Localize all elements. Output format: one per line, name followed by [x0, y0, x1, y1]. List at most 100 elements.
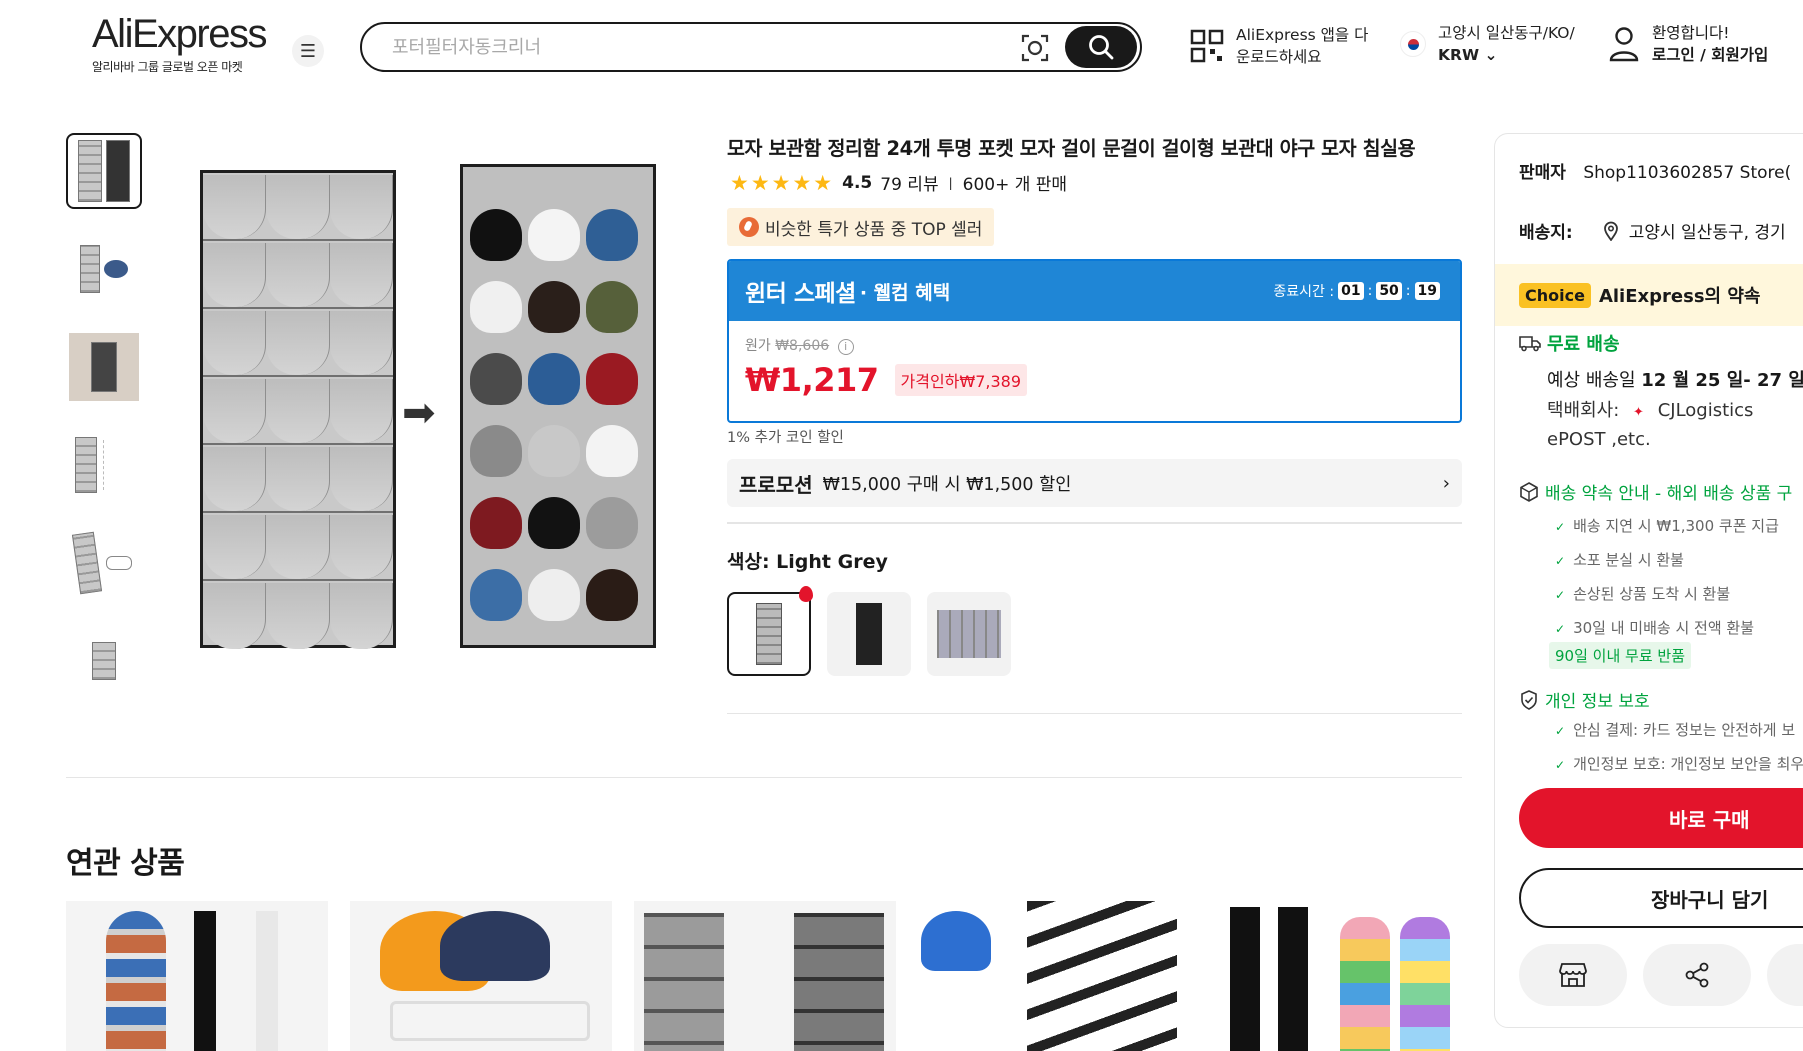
carrier-label: 택배회사:	[1547, 400, 1620, 421]
color-swatches	[727, 586, 1027, 676]
privacy-title: 개인 정보 보호	[1545, 692, 1650, 712]
main-product-image[interactable]: ➡	[192, 140, 672, 660]
seller-row[interactable]: 판매자 Shop1103602857 Store(	[1519, 158, 1791, 183]
timer-hours: 01	[1338, 282, 1364, 300]
shield-icon	[1521, 689, 1537, 710]
rating-row[interactable]: ★★★★★ 4.5 79 리뷰 | 600+ 개 판매	[730, 170, 1068, 196]
login-link[interactable]: 로그인 / 회원가입	[1652, 44, 1768, 66]
thumbnail-2[interactable]	[66, 231, 142, 307]
delivery-guarantee-title: 배송 약속 안내 - 해외 배송 상품 구	[1545, 484, 1793, 504]
top-seller-badge: 비슷한 특가 상품 중 TOP 셀러	[727, 208, 995, 246]
color-label: 색상: Light Grey	[727, 551, 888, 573]
wishlist-button[interactable]	[1767, 944, 1803, 1006]
swatch-black[interactable]	[827, 592, 911, 676]
privacy-item: 개인정보 보호: 개인정보 보안을 최우	[1555, 748, 1803, 782]
account-menu[interactable]: 환영합니다! 로그인 / 회원가입	[1608, 22, 1768, 66]
search-bar	[360, 22, 1142, 72]
swatch-grid[interactable]	[927, 592, 1011, 676]
logo-tagline: 알리바바 그룹 글로벌 오픈 마켓	[92, 60, 243, 74]
promotion-label: 프로모션	[739, 472, 813, 497]
related-product-4[interactable]	[917, 901, 1179, 1051]
delivery-guarantee-row[interactable]: 배송 약속 안내 - 해외 배송 상품 구	[1519, 479, 1792, 504]
ship-to-address: 고양시 일산동구, 경기	[1628, 223, 1786, 243]
info-icon[interactable]: i	[837, 339, 854, 355]
flame-badge-icon	[739, 217, 759, 237]
promo-subtitle: · 웰컴 혜택	[859, 281, 951, 304]
box-icon	[1520, 481, 1538, 502]
original-price: ₩8,606	[775, 338, 830, 354]
discount-badge: 가격인하₩7,389	[894, 364, 1028, 396]
sold-count: 600+ 개 판매	[962, 175, 1068, 195]
download-app-link[interactable]: AliExpress 앱을 다 운로드하세요	[1190, 24, 1368, 68]
store-button[interactable]	[1519, 944, 1627, 1006]
promotion-text: ₩15,000 구매 시 ₩1,500 할인	[822, 474, 1072, 495]
divider	[727, 522, 1462, 524]
promo-title: 윈터 스페셜	[745, 281, 856, 307]
star-rating-icon: ★★★★★	[730, 170, 835, 195]
thumbnail-1[interactable]	[66, 133, 142, 209]
carrier-extra: ePOST ,etc.	[1547, 429, 1651, 450]
review-count[interactable]: 79 리뷰	[880, 170, 938, 195]
chevron-right-icon: ›	[1442, 472, 1450, 494]
related-product-1[interactable]	[66, 901, 328, 1051]
purchase-panel: 판매자 Shop1103602857 Store( 배송지: 고양시 일산동구,…	[1494, 133, 1803, 1028]
seller-name[interactable]: Shop1103602857 Store(	[1583, 163, 1791, 183]
thumbnail-3[interactable]	[66, 329, 142, 405]
add-to-cart-button[interactable]: 장바구니 담기	[1519, 868, 1803, 928]
divider	[66, 777, 1462, 778]
logo-text: AliExpress	[92, 12, 267, 56]
ship-label: 배송지:	[1519, 223, 1573, 243]
timer-minutes: 50	[1376, 282, 1402, 300]
promo-price-box: 윈터 스페셜 · 웰컴 혜택 종료시간 : 01: 50: 19 원가 ₩8,6…	[727, 259, 1462, 423]
image-search-icon[interactable]	[1020, 33, 1050, 63]
buy-now-button[interactable]: 바로 구매	[1519, 788, 1803, 848]
filled-organizer-image	[460, 164, 656, 648]
promotion-row[interactable]: 프로모션 ₩15,000 구매 시 ₩1,500 할인 ›	[727, 459, 1462, 507]
seller-label: 판매자	[1519, 163, 1566, 183]
divider-bar: |	[948, 175, 953, 190]
carrier-name: CJLogistics	[1657, 400, 1754, 421]
guarantee-item: 손상된 상품 도착 시 환불	[1555, 578, 1779, 612]
empty-organizer-image	[200, 170, 396, 649]
related-product-5[interactable]	[1200, 901, 1462, 1051]
chevron-down-icon: ⌄	[1484, 46, 1498, 64]
qr-code-icon	[1190, 29, 1224, 63]
truck-icon	[1519, 336, 1541, 352]
korea-flag-icon	[1400, 31, 1426, 57]
privacy-item: 안심 결제: 카드 정보는 안전하게 보	[1555, 714, 1803, 748]
region-text: 고양시 일산동구/KO/	[1438, 24, 1575, 42]
top-seller-text: 비슷한 특가 상품 중 TOP 셀러	[765, 219, 983, 240]
related-product-2[interactable]	[350, 901, 612, 1051]
menu-icon[interactable]: ☰	[292, 35, 324, 67]
related-product-3[interactable]	[634, 901, 896, 1051]
eta-prefix: 예상 배송일	[1547, 370, 1636, 391]
share-button[interactable]	[1643, 944, 1751, 1006]
app-line-2: 운로드하세요	[1236, 48, 1322, 66]
app-line-1: AliExpress 앱을 다	[1236, 26, 1369, 44]
timer-seconds: 19	[1414, 282, 1440, 300]
guarantee-item: 배송 지연 시 ₩1,300 쿠폰 지급	[1555, 510, 1779, 544]
search-input[interactable]	[392, 33, 1012, 61]
aliexpress-logo[interactable]: AliExpress 알리바바 그룹 글로벌 오픈 마켓	[92, 12, 267, 75]
swatch-light-grey[interactable]	[727, 586, 813, 676]
sale-price: ₩1,217	[745, 361, 879, 399]
free-shipping-text: 무료 배송	[1547, 334, 1620, 355]
welcome-text: 환영합니다!	[1652, 24, 1730, 42]
share-icon	[1685, 962, 1709, 988]
thumbnail-6[interactable]	[66, 623, 142, 699]
arrow-right-icon: ➡	[402, 390, 436, 436]
product-title: 모자 보관함 정리함 24개 투명 포켓 모자 걸이 문걸이 걸이형 보관대 야…	[727, 137, 1416, 160]
store-icon	[1559, 963, 1587, 987]
related-products-title: 연관 상품	[66, 846, 185, 881]
region-selector[interactable]: 고양시 일산동구/KO/ KRW ⌄	[1400, 22, 1575, 66]
thumbnail-5[interactable]	[66, 525, 142, 601]
guarantee-list: 배송 지연 시 ₩1,300 쿠폰 지급 소포 분실 시 환불 손상된 상품 도…	[1555, 510, 1779, 646]
privacy-row[interactable]: 개인 정보 보호	[1519, 687, 1650, 712]
search-button[interactable]	[1065, 26, 1137, 68]
hot-flame-icon	[799, 586, 813, 602]
ship-to-row[interactable]: 배송지: 고양시 일산동구, 경기	[1519, 218, 1786, 243]
currency-text: KRW	[1438, 46, 1480, 64]
free-shipping-row: 무료 배송	[1519, 330, 1620, 356]
free-return-badge: 90일 이내 무료 반품	[1549, 642, 1691, 669]
thumbnail-4[interactable]	[66, 427, 142, 503]
